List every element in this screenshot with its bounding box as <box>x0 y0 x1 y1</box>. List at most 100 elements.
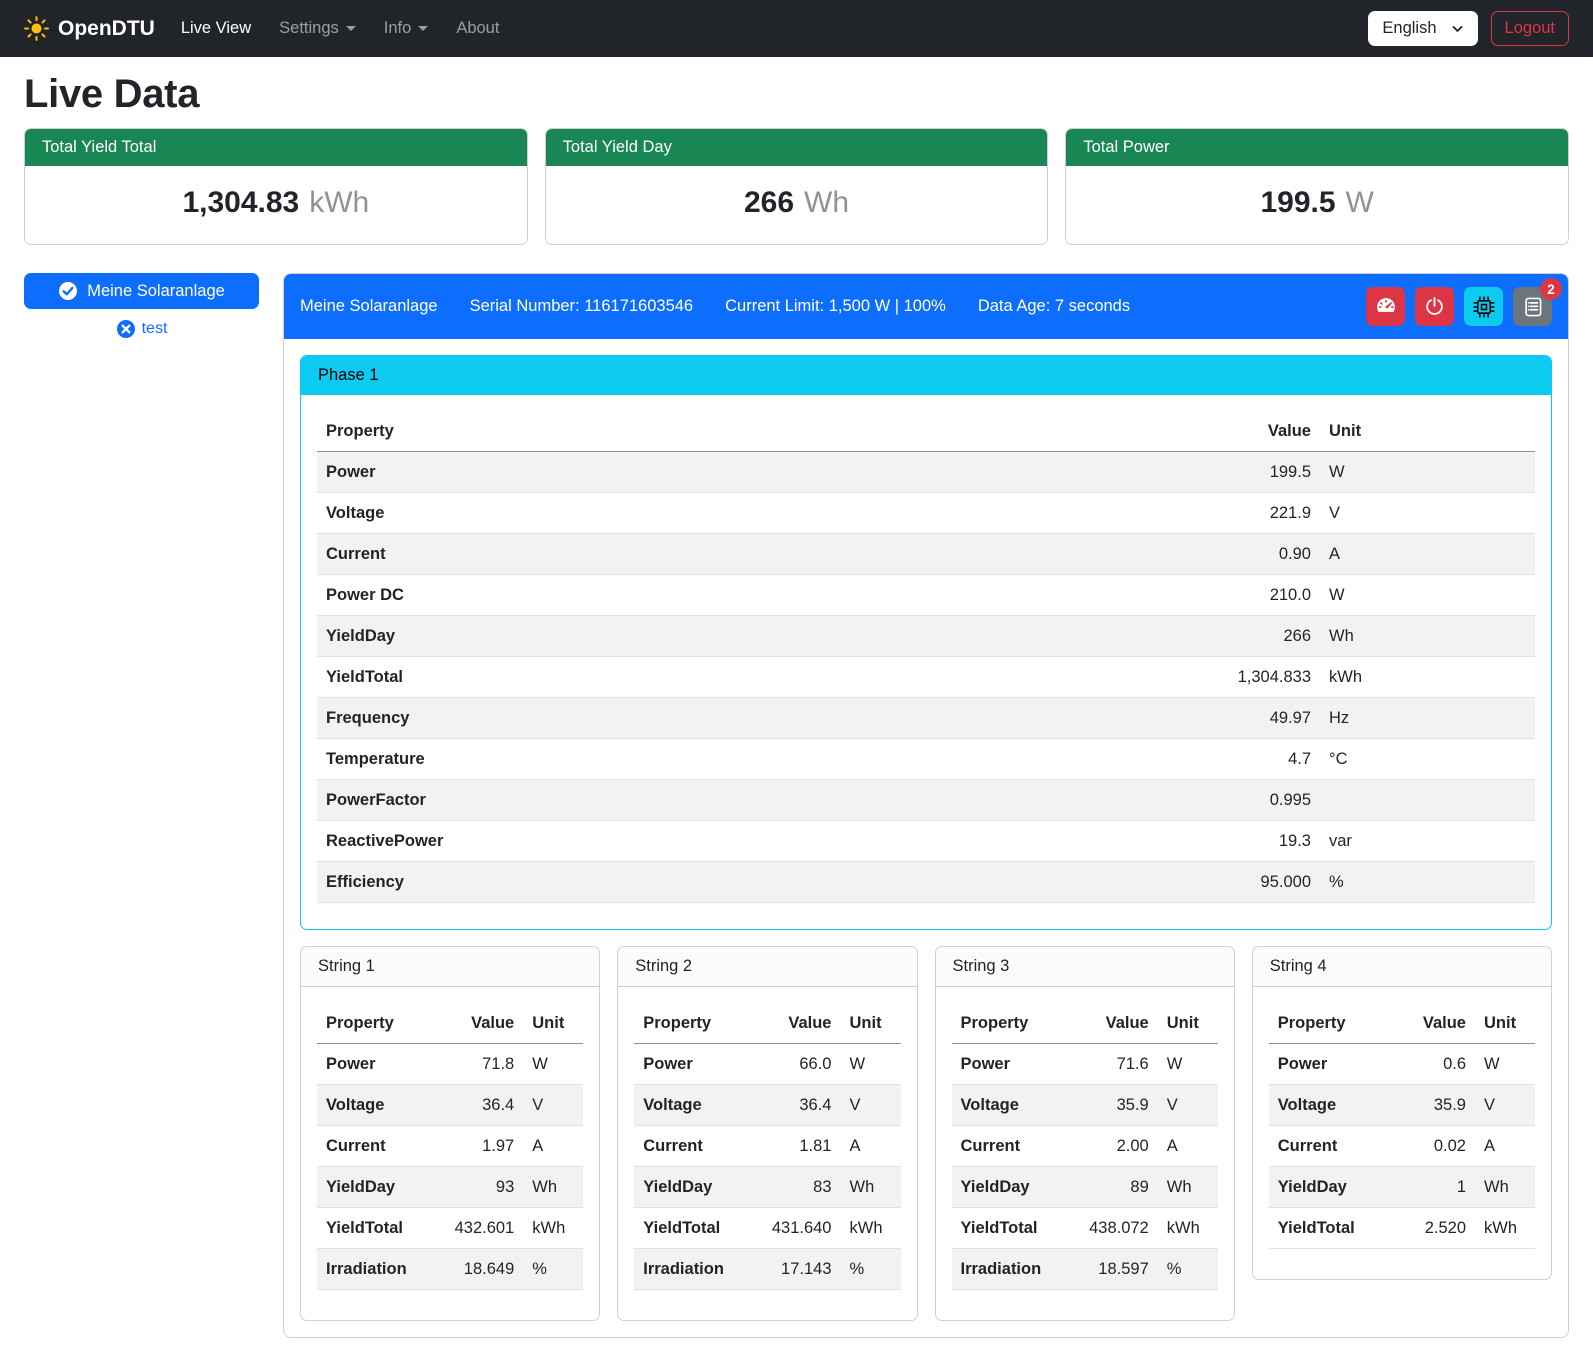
logout-button[interactable]: Logout <box>1491 11 1569 46</box>
phase-1-card: Phase 1 Property Value Unit P <box>300 355 1552 930</box>
table-row: Current1.97A <box>317 1126 583 1167</box>
table-row: Voltage35.9V <box>952 1085 1218 1126</box>
limit-settings-button[interactable] <box>1366 287 1405 326</box>
device-info-button[interactable] <box>1464 287 1503 326</box>
nav-item-info[interactable]: Info <box>370 11 443 46</box>
property-label: PowerFactor <box>317 780 1200 821</box>
inverter-limit: Current Limit: 1,500 W | 100% <box>725 297 946 316</box>
summary-card-total-power: Total Power 199.5W <box>1065 128 1569 245</box>
property-unit: °C <box>1320 739 1535 780</box>
table-header-row: Property Value Unit <box>952 1003 1218 1044</box>
property-label: Irradiation <box>634 1249 762 1290</box>
table-row: ReactivePower19.3var <box>317 821 1535 862</box>
table-row: Current2.00A <box>952 1126 1218 1167</box>
property-value: 95.000 <box>1200 862 1320 903</box>
property-unit: A <box>1320 534 1535 575</box>
summary-card-total-yield-total: Total Yield Total 1,304.83kWh <box>24 128 528 245</box>
inverter-select-button[interactable]: Meine Solaranlage <box>24 273 259 309</box>
table-header-row: Property Value Unit <box>317 411 1535 452</box>
property-label: YieldTotal <box>1269 1208 1397 1249</box>
inverter-serial: Serial Number: 116171603546 <box>470 297 694 316</box>
property-unit: V <box>841 1085 901 1126</box>
table-row: PowerFactor0.995 <box>317 780 1535 821</box>
property-value: 431.640 <box>763 1208 841 1249</box>
summary-card-total-yield-day: Total Yield Day 266Wh <box>545 128 1049 245</box>
column-property: Property <box>317 411 1200 452</box>
property-unit: W <box>1320 575 1535 616</box>
nav-links: Live View Settings Info About <box>167 11 514 46</box>
table-row: Frequency49.97Hz <box>317 698 1535 739</box>
property-label: Efficiency <box>317 862 1200 903</box>
property-value: 66.0 <box>763 1044 841 1085</box>
property-unit: kWh <box>523 1208 583 1249</box>
property-unit <box>1320 780 1535 821</box>
property-label: Power <box>317 452 1200 493</box>
inverter-card: Meine Solaranlage Serial Number: 1161716… <box>283 273 1569 1338</box>
property-value: 1 <box>1397 1167 1475 1208</box>
table-row: YieldDay266Wh <box>317 616 1535 657</box>
event-log-button[interactable]: 2 <box>1513 287 1552 326</box>
string-4-table: Property Value Unit Power0.6WVoltage35.9… <box>1269 1003 1535 1249</box>
column-value: Value <box>445 1003 523 1044</box>
column-property: Property <box>1269 1003 1397 1044</box>
property-label: YieldTotal <box>634 1208 762 1249</box>
property-unit: A <box>841 1126 901 1167</box>
property-unit: A <box>1475 1126 1535 1167</box>
inverter-select-label: Meine Solaranlage <box>87 282 225 301</box>
property-unit: kWh <box>1475 1208 1535 1249</box>
property-label: YieldTotal <box>317 657 1200 698</box>
brand[interactable]: OpenDTU <box>24 16 155 41</box>
table-row: YieldTotal431.640kWh <box>634 1208 900 1249</box>
column-unit: Unit <box>1158 1003 1218 1044</box>
property-label: Voltage <box>317 493 1200 534</box>
property-label: Power <box>952 1044 1080 1085</box>
nav-item-settings[interactable]: Settings <box>265 11 370 46</box>
table-row: Irradiation18.649% <box>317 1249 583 1290</box>
property-unit: % <box>523 1249 583 1290</box>
inverter-selector-column: Meine Solaranlage test <box>24 273 259 339</box>
nav-item-live-view[interactable]: Live View <box>167 11 265 46</box>
x-circle-icon <box>116 319 136 339</box>
property-unit: V <box>523 1085 583 1126</box>
inverter-link-test[interactable]: test <box>24 319 259 339</box>
table-header-row: Property Value Unit <box>1269 1003 1535 1044</box>
property-unit: kWh <box>1320 657 1535 698</box>
column-unit: Unit <box>1475 1003 1535 1044</box>
language-select[interactable]: English <box>1368 11 1477 46</box>
property-value: 89 <box>1080 1167 1158 1208</box>
property-label: YieldDay <box>1269 1167 1397 1208</box>
table-row: Current0.90A <box>317 534 1535 575</box>
property-unit: Wh <box>1475 1167 1535 1208</box>
property-label: Current <box>634 1126 762 1167</box>
nav-item-about[interactable]: About <box>442 11 513 46</box>
summary-cards-row: Total Yield Total 1,304.83kWh Total Yiel… <box>24 128 1569 245</box>
property-unit: kWh <box>1158 1208 1218 1249</box>
property-unit: kWh <box>841 1208 901 1249</box>
property-unit: A <box>1158 1126 1218 1167</box>
property-value: 35.9 <box>1397 1085 1475 1126</box>
property-value: 83 <box>763 1167 841 1208</box>
property-value: 36.4 <box>445 1085 523 1126</box>
property-unit: V <box>1475 1085 1535 1126</box>
summary-unit: Wh <box>804 186 849 219</box>
property-unit: Wh <box>841 1167 901 1208</box>
power-button[interactable] <box>1415 287 1454 326</box>
event-count-badge: 2 <box>1540 278 1562 300</box>
check-circle-icon <box>58 281 78 301</box>
column-value: Value <box>1397 1003 1475 1044</box>
property-value: 18.649 <box>445 1249 523 1290</box>
property-label: Voltage <box>317 1085 445 1126</box>
table-row: Irradiation18.597% <box>952 1249 1218 1290</box>
table-row: Voltage36.4V <box>317 1085 583 1126</box>
property-unit: V <box>1320 493 1535 534</box>
table-row: Power0.6W <box>1269 1044 1535 1085</box>
property-label: Current <box>952 1126 1080 1167</box>
summary-unit: W <box>1346 186 1374 219</box>
summary-card-title: Total Power <box>1066 129 1568 166</box>
property-label: Current <box>317 534 1200 575</box>
property-unit: % <box>841 1249 901 1290</box>
property-value: 71.6 <box>1080 1044 1158 1085</box>
caret-down-icon <box>346 26 356 31</box>
table-row: Voltage36.4V <box>634 1085 900 1126</box>
string-2-table: Property Value Unit Power66.0WVoltage36.… <box>634 1003 900 1290</box>
